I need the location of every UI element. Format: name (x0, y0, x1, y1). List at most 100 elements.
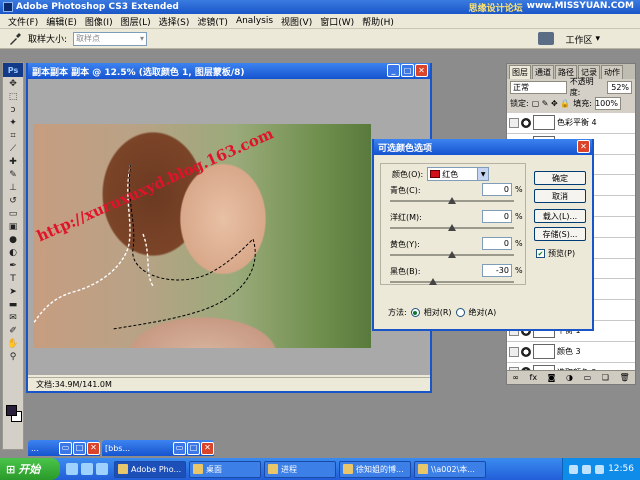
desktop-icon[interactable] (81, 463, 93, 475)
stamp-tool-icon[interactable]: ⊥ (3, 181, 23, 194)
slice-tool-icon[interactable]: ⟋ (3, 142, 23, 155)
taskbar-item-network-folder[interactable]: \\a002\本... (414, 460, 486, 478)
mask-icon[interactable]: ◙ (548, 373, 556, 382)
menu-window[interactable]: 窗口(W) (320, 15, 354, 28)
move-tool-icon[interactable]: ✥ (3, 77, 23, 90)
save-button[interactable]: 存储(S)... (534, 227, 586, 241)
hand-tool-icon[interactable]: ✋ (3, 337, 23, 350)
menu-file[interactable]: 文件(F) (8, 15, 38, 28)
taskbar-item-desktop[interactable]: 桌面 (189, 460, 261, 478)
maximize-button[interactable]: □ (73, 441, 86, 455)
notes-tool-icon[interactable]: ✉ (3, 311, 23, 324)
new-layer-icon[interactable]: ❏ (602, 373, 609, 382)
lock-icons[interactable]: ▢ ✎ ✥ 🔒 (532, 99, 571, 108)
slider-knob[interactable] (429, 278, 438, 285)
lasso-tool-icon[interactable]: ↄ (3, 103, 23, 116)
security-icon[interactable] (595, 464, 605, 474)
menu-analysis[interactable]: Analysis (236, 16, 273, 26)
ok-button[interactable]: 确定 (534, 171, 586, 185)
blur-tool-icon[interactable]: ● (3, 233, 23, 246)
bridge-icon[interactable] (538, 32, 554, 45)
volume-icon[interactable] (582, 464, 592, 474)
healing-tool-icon[interactable]: ✚ (3, 155, 23, 168)
taskbar-item-process[interactable]: 进程 (264, 460, 336, 478)
blend-mode-select[interactable]: 正常 (510, 80, 567, 94)
link-icon[interactable]: ∞ (512, 373, 519, 382)
dodge-tool-icon[interactable]: ◐ (3, 246, 23, 259)
relative-radio[interactable] (410, 308, 420, 317)
cancel-button[interactable]: 取消 (534, 189, 586, 203)
menu-image[interactable]: 图像(I) (85, 15, 113, 28)
eyedropper-icon[interactable] (8, 32, 22, 46)
magenta-input[interactable]: 0 (482, 210, 512, 223)
colors-select[interactable]: 红色 ▼ (427, 167, 490, 181)
restore-button[interactable]: ▭ (173, 441, 186, 455)
slider-knob[interactable] (448, 251, 456, 258)
tab-actions[interactable]: 动作 (601, 65, 623, 79)
dialog-close-button[interactable]: ✕ (577, 140, 590, 153)
close-button[interactable]: ✕ (201, 441, 214, 455)
slider-track[interactable] (390, 281, 514, 283)
menu-layer[interactable]: 图层(L) (121, 15, 151, 28)
menu-edit[interactable]: 编辑(E) (46, 15, 77, 28)
minimize-button[interactable]: _ (387, 64, 400, 77)
layer-row[interactable]: 颜色 3 (507, 342, 635, 363)
visibility-eye-icon[interactable] (509, 117, 519, 128)
ie-icon[interactable] (66, 463, 78, 475)
close-button[interactable]: ✕ (87, 441, 100, 455)
layer-row[interactable]: 色彩平衡 4 (507, 113, 635, 134)
opacity-input[interactable]: 52% (606, 80, 633, 94)
preview-checkbox-row[interactable]: ✔ 预览(P) (536, 248, 575, 259)
yellow-input[interactable]: 0 (482, 237, 512, 250)
magic-wand-tool-icon[interactable]: ✦ (3, 116, 23, 129)
absolute-radio[interactable] (455, 308, 465, 317)
gradient-tool-icon[interactable]: ▣ (3, 220, 23, 233)
start-button[interactable]: ⊞ 开始 (0, 458, 60, 480)
folder-icon[interactable]: ▭ (584, 373, 592, 382)
close-button[interactable]: ✕ (415, 64, 428, 77)
eyedropper-tool-icon[interactable]: ✐ (3, 324, 23, 337)
crop-tool-icon[interactable]: ⌗ (3, 129, 23, 142)
menu-view[interactable]: 视图(V) (281, 15, 312, 28)
workspace-button[interactable]: 工作区 ▾ (565, 31, 600, 47)
visibility-eye-icon[interactable] (509, 346, 519, 357)
document-title-bar[interactable]: 副本副本 副本 @ 12.5% (选取颜色 1, 图层蒙板/8) _ □ ✕ (28, 63, 430, 79)
fill-input[interactable]: 100% (594, 96, 621, 110)
shape-tool-icon[interactable]: ▬ (3, 298, 23, 311)
slider-knob[interactable] (448, 197, 456, 204)
menu-filter[interactable]: 滤镜(T) (197, 15, 228, 28)
fx-icon[interactable]: fx (530, 373, 538, 382)
load-button[interactable]: 载入(L)... (534, 209, 586, 223)
restore-button[interactable]: ▭ (59, 441, 72, 455)
marquee-tool-icon[interactable]: ⬚ (3, 90, 23, 103)
foreground-color-swatch[interactable] (6, 405, 17, 416)
minimized-window-1[interactable]: ... ▭ □ ✕ (28, 440, 100, 456)
network-icon[interactable] (569, 464, 579, 474)
menu-select[interactable]: 选择(S) (159, 15, 190, 28)
explorer-icon[interactable] (96, 463, 108, 475)
path-selection-icon[interactable]: ➤ (3, 285, 23, 298)
history-brush-icon[interactable]: ↺ (3, 194, 23, 207)
menu-help[interactable]: 帮助(H) (362, 15, 394, 28)
dialog-title-bar[interactable]: 可选颜色选项 ✕ (374, 139, 592, 155)
canvas-area[interactable]: http://xuruxuxyd.blog.163.com (28, 79, 430, 375)
eraser-tool-icon[interactable]: ▭ (3, 207, 23, 220)
zoom-tool-icon[interactable]: ⚲ (3, 350, 23, 363)
pen-tool-icon[interactable]: ✒ (3, 259, 23, 272)
adjustment-icon[interactable]: ◑ (566, 373, 573, 382)
preview-checkbox[interactable]: ✔ (536, 249, 545, 258)
minimized-window-2[interactable]: [bbs... ▭ □ ✕ (102, 440, 214, 456)
slider-knob[interactable] (448, 224, 456, 231)
taskbar-item-photoshop[interactable]: Adobe Pho... (114, 460, 186, 478)
trash-icon[interactable]: 🗑 (619, 373, 629, 382)
sample-size-select[interactable]: 取样点 ▾ (73, 31, 148, 46)
black-input[interactable]: -30 (482, 264, 512, 277)
tab-channels[interactable]: 通道 (532, 65, 554, 79)
brush-tool-icon[interactable]: ✎ (3, 168, 23, 181)
taskbar-item-blog[interactable]: 徐知姐的博... (339, 460, 411, 478)
maximize-button[interactable]: □ (187, 441, 200, 455)
type-tool-icon[interactable]: T (3, 272, 23, 285)
tab-layers[interactable]: 图层 (509, 65, 531, 79)
cyan-input[interactable]: 0 (482, 183, 512, 196)
maximize-button[interactable]: □ (401, 64, 414, 77)
